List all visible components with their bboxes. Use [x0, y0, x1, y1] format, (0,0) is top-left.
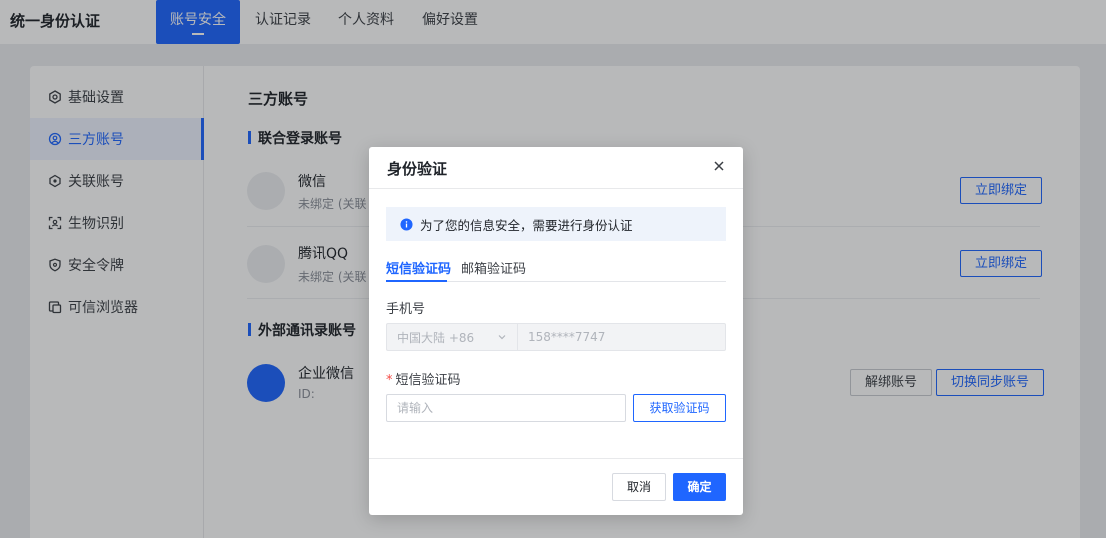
dialog-title: 身份验证 [387, 160, 448, 178]
cancel-button[interactable]: 取消 [612, 473, 666, 501]
phone-value: 158****7747 [528, 330, 606, 344]
dialog-footer-divider [369, 458, 743, 459]
sms-code-input[interactable] [386, 394, 626, 422]
sms-code-label-text: 短信验证码 [395, 373, 461, 388]
sms-code-label: * 短信验证码 [386, 369, 461, 388]
required-mark: * [386, 373, 393, 388]
phone-label: 手机号 [386, 302, 426, 317]
region-select[interactable]: 中国大陆 +86 [386, 323, 517, 351]
region-value: 中国大陆 +86 [397, 330, 475, 345]
get-code-button[interactable]: 获取验证码 [633, 394, 726, 422]
security-notice-text: 为了您的信息安全，需要进行身份认证 [420, 217, 633, 233]
chevron-down-icon [498, 335, 506, 340]
tab-sms-code[interactable]: 短信验证码 [386, 258, 451, 277]
identity-verification-dialog: 身份验证 为了您的信息安全，需要进行身份认证 短信验证码 邮箱验证码 手机号 中… [369, 147, 743, 515]
tab-email-code[interactable]: 邮箱验证码 [461, 258, 526, 277]
close-icon[interactable] [711, 158, 727, 174]
confirm-button[interactable]: 确定 [673, 473, 726, 501]
active-tab-indicator [386, 280, 447, 282]
security-notice: 为了您的信息安全，需要进行身份认证 [386, 207, 726, 241]
info-icon [400, 217, 413, 231]
phone-field: 158****7747 [517, 323, 726, 351]
dialog-header: 身份验证 [369, 147, 743, 189]
